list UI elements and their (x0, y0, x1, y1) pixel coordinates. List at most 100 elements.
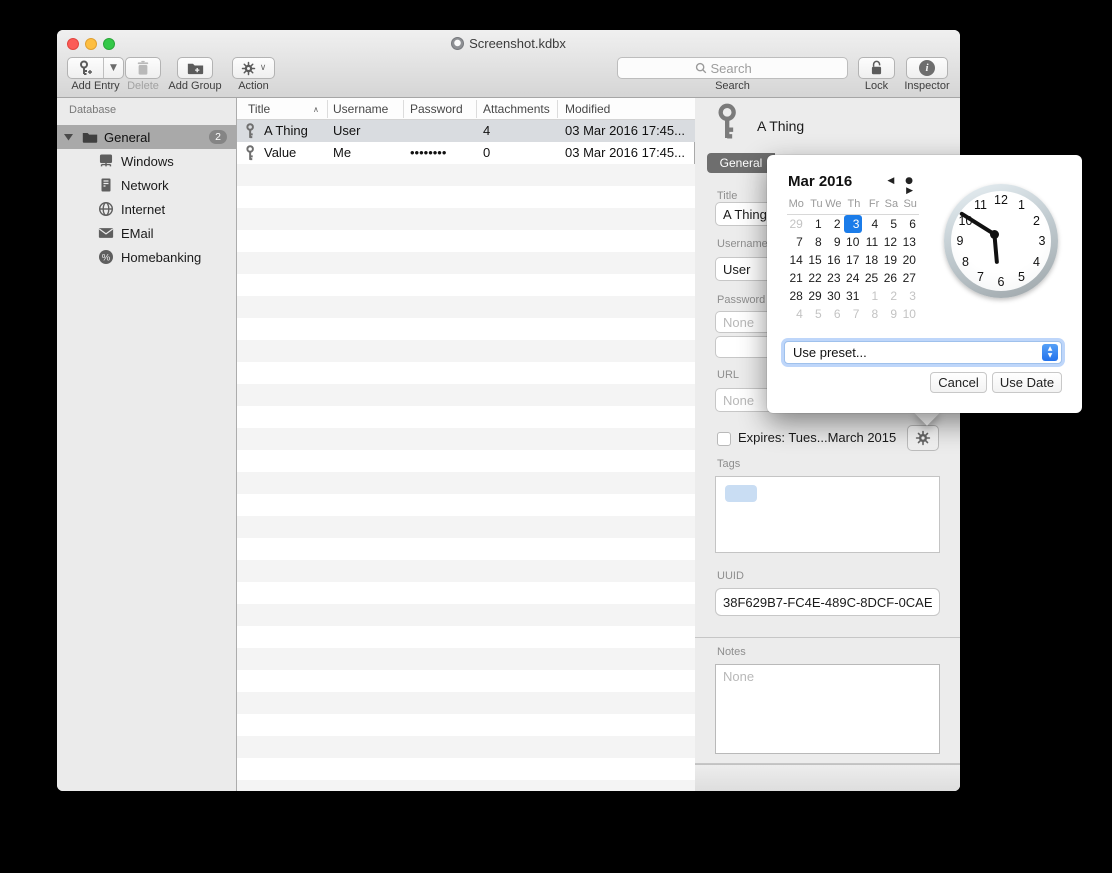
clock-number: 11 (974, 198, 987, 212)
calendar-day[interactable]: 19 (881, 251, 900, 269)
sidebar-item-homebanking[interactable]: %Homebanking (57, 245, 237, 269)
sidebar-item-general[interactable]: General 2 (57, 125, 237, 149)
clock-number: 4 (1033, 255, 1040, 269)
table-row-a-thing[interactable]: A ThingUser403 Mar 2016 17:45... (237, 120, 695, 142)
calendar-day[interactable]: 7 (844, 305, 863, 323)
table-row-value[interactable]: ValueMe••••••••003 Mar 2016 17:45... (237, 142, 695, 164)
sidebar-item-internet[interactable]: Internet (57, 197, 237, 221)
weekday-label: Sa (881, 198, 900, 210)
calendar-day[interactable]: 26 (881, 269, 900, 287)
calendar-day[interactable]: 8 (862, 305, 881, 323)
calendar-day[interactable]: 29 (806, 287, 825, 305)
server-icon (97, 177, 114, 194)
column-header-title[interactable]: Title (248, 98, 270, 120)
search-input[interactable] (711, 61, 771, 76)
cancel-button[interactable]: Cancel (930, 372, 987, 393)
sidebar-item-network[interactable]: Network (57, 173, 237, 197)
calendar-day[interactable]: 8 (806, 233, 825, 251)
calendar-day[interactable]: 9 (881, 305, 900, 323)
calendar-day[interactable]: 1 (862, 287, 881, 305)
uuid-field[interactable] (715, 588, 940, 616)
calendar-day[interactable]: 4 (862, 215, 881, 233)
calendar-day[interactable]: 3 (900, 287, 919, 305)
calendar-day[interactable]: 6 (825, 305, 844, 323)
calendar-day[interactable]: 14 (787, 251, 806, 269)
calendar-day[interactable]: 16 (825, 251, 844, 269)
calendar-day[interactable]: 5 (881, 215, 900, 233)
calendar-day[interactable]: 4 (787, 305, 806, 323)
calendar-day[interactable]: 30 (825, 287, 844, 305)
key-icon (245, 145, 256, 162)
calendar-day[interactable]: 11 (862, 233, 881, 251)
disclosure-triangle-icon[interactable] (64, 133, 73, 141)
sidebar-item-label: Homebanking (121, 250, 201, 265)
calendar-day[interactable]: 13 (900, 233, 919, 251)
document-proxy-icon (451, 37, 464, 50)
column-header-attachments[interactable]: Attachments (483, 98, 550, 120)
column-header-modified[interactable]: Modified (565, 98, 610, 120)
tab-general[interactable]: General (707, 153, 775, 173)
calendar-day[interactable]: 2 (825, 215, 844, 233)
calendar-day-selected[interactable]: 3 (844, 215, 863, 233)
sort-ascending-icon: ∧ (313, 105, 319, 114)
calendar-day[interactable]: 22 (806, 269, 825, 287)
calendar-day[interactable]: 25 (862, 269, 881, 287)
calendar-day[interactable]: 9 (825, 233, 844, 251)
use-date-button[interactable]: Use Date (992, 372, 1062, 393)
sidebar-item-email[interactable]: EMail (57, 221, 237, 245)
calendar-day[interactable]: 23 (825, 269, 844, 287)
delete-label: Delete (119, 80, 167, 92)
calendar-day[interactable]: 10 (900, 305, 919, 323)
calendar-day[interactable]: 27 (900, 269, 919, 287)
column-header-username[interactable]: Username (333, 98, 388, 120)
add-group-button[interactable] (177, 57, 213, 79)
calendar-day[interactable]: 6 (900, 215, 919, 233)
weekday-label: Fr (862, 198, 881, 210)
tags-field[interactable] (715, 476, 940, 553)
calendar-day[interactable]: 10 (844, 233, 863, 251)
lock-button[interactable] (858, 57, 895, 79)
calendar-day[interactable]: 24 (844, 269, 863, 287)
calendar-day[interactable]: 15 (806, 251, 825, 269)
calendar-day[interactable]: 29 (787, 215, 806, 233)
action-button[interactable]: ∨ (232, 57, 275, 79)
calendar-day[interactable]: 28 (787, 287, 806, 305)
calendar-day[interactable]: 18 (862, 251, 881, 269)
calendar-day[interactable]: 1 (806, 215, 825, 233)
expires-checkbox[interactable] (717, 432, 731, 446)
tag-token[interactable] (725, 485, 757, 502)
column-separator (557, 100, 558, 118)
expiry-date-gear-button[interactable] (907, 425, 939, 451)
column-header-password[interactable]: Password (410, 98, 463, 120)
notes-label: Notes (717, 646, 746, 658)
column-separator (327, 100, 328, 118)
delete-button[interactable] (125, 57, 161, 79)
calendar-day[interactable]: 5 (806, 305, 825, 323)
tags-label: Tags (717, 458, 740, 470)
calendar-nav-arrows[interactable]: ◀ ● ▶ (875, 176, 917, 196)
calendar-day[interactable]: 20 (900, 251, 919, 269)
weekday-label: Tu (806, 198, 825, 210)
inspector-button[interactable]: i (906, 57, 948, 79)
gear-icon (915, 430, 931, 446)
calendar-grid: 2912345678910111213141516171819202122232… (787, 215, 919, 323)
clock-number: 1 (1018, 198, 1025, 212)
search-field[interactable] (617, 57, 848, 79)
calendar-day[interactable]: 7 (787, 233, 806, 251)
cell-username: User (333, 120, 360, 142)
analog-clock[interactable]: 121234567891011 (944, 184, 1058, 298)
open-padlock-icon (869, 60, 884, 76)
folder-plus-icon (187, 61, 204, 75)
add-entry-button[interactable]: ▼ (67, 57, 124, 79)
date-picker-popover: Mar 2016 ◀ ● ▶ MoTuWeThFrSaSu 2912345678… (767, 155, 1082, 413)
calendar-day[interactable]: 2 (881, 287, 900, 305)
calendar-day[interactable]: 12 (881, 233, 900, 251)
folder-icon (81, 129, 98, 146)
sidebar-item-windows[interactable]: Windows (57, 149, 237, 173)
clock-number: 6 (998, 275, 1005, 289)
calendar-day[interactable]: 17 (844, 251, 863, 269)
calendar-day[interactable]: 31 (844, 287, 863, 305)
calendar-day[interactable]: 21 (787, 269, 806, 287)
preset-dropdown[interactable]: Use preset... ▲▼ (784, 341, 1062, 364)
notes-field[interactable] (715, 664, 940, 754)
